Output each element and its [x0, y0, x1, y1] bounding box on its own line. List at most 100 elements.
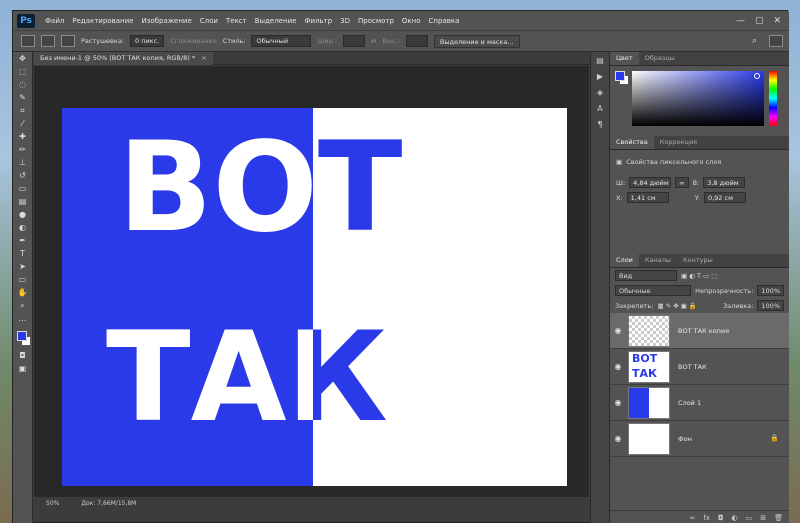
- healing-brush-tool-icon[interactable]: ✚: [13, 130, 32, 143]
- rectangle-tool-icon[interactable]: ▭: [13, 273, 32, 286]
- workspace-icon[interactable]: [769, 35, 783, 47]
- menu-view[interactable]: Просмотр: [354, 17, 398, 25]
- eye-icon[interactable]: ◉: [610, 326, 626, 335]
- foreground-color-swatch[interactable]: [17, 331, 27, 341]
- tab-paths[interactable]: Контуры: [677, 254, 719, 267]
- maximize-button[interactable]: ▢: [755, 16, 764, 26]
- width-input[interactable]: [343, 35, 366, 47]
- path-selection-tool-icon[interactable]: ➤: [13, 260, 32, 273]
- actions-panel-icon[interactable]: ▶: [591, 68, 609, 84]
- pen-tool-icon[interactable]: ✒: [13, 234, 32, 247]
- width-field[interactable]: 4,84 дюйм: [629, 177, 672, 188]
- new-group-icon[interactable]: ▭: [746, 514, 753, 522]
- fx-icon[interactable]: fx: [703, 514, 710, 522]
- layer-row[interactable]: ◉ Фон 🔒: [610, 421, 789, 457]
- blend-mode-select[interactable]: Обычные: [615, 285, 692, 296]
- color-swatches[interactable]: [13, 329, 32, 349]
- artboard[interactable]: ВОТ ТАК ВОТ ТАК: [62, 108, 567, 486]
- y-field[interactable]: 0,92 см: [703, 192, 746, 203]
- menu-3d[interactable]: 3D: [336, 17, 354, 25]
- menu-type[interactable]: Текст: [222, 17, 251, 25]
- height-field[interactable]: 3,8 дюйм: [703, 177, 746, 188]
- link-layers-icon[interactable]: ∞: [690, 514, 696, 522]
- history-brush-tool-icon[interactable]: ↺: [13, 169, 32, 182]
- paragraph-panel-icon[interactable]: ¶: [591, 116, 609, 132]
- marquee-tool-icon[interactable]: ⬚: [13, 65, 32, 78]
- new-layer-icon[interactable]: ⊞: [760, 514, 766, 522]
- layer-name[interactable]: ВОТ ТАК копия: [678, 327, 729, 335]
- new-selection-icon[interactable]: [41, 35, 55, 47]
- dodge-tool-icon[interactable]: ◐: [13, 221, 32, 234]
- marquee-tool-preset-icon[interactable]: [21, 35, 35, 47]
- layer-row[interactable]: ◉ ВОТ ТАК ВОТ ТАК: [610, 349, 789, 385]
- properties-panel-icon[interactable]: ◈: [591, 84, 609, 100]
- antialias-checkbox[interactable]: Сглаживание: [170, 37, 216, 45]
- screen-mode-icon[interactable]: ▣: [13, 362, 32, 375]
- add-selection-icon[interactable]: [61, 35, 75, 47]
- eye-icon[interactable]: ◉: [610, 398, 626, 407]
- search-icon[interactable]: ⌕: [752, 36, 757, 46]
- brush-tool-icon[interactable]: ✏: [13, 143, 32, 156]
- eyedropper-tool-icon[interactable]: ⁄: [13, 117, 32, 130]
- menu-help[interactable]: Справка: [425, 17, 464, 25]
- canvas-area[interactable]: ВОТ ТАК ВОТ ТАК: [34, 66, 589, 496]
- tab-properties[interactable]: Свойства: [610, 136, 654, 149]
- select-and-mask-button[interactable]: Выделение и маска...: [433, 34, 520, 48]
- feather-input[interactable]: 0 пикс.: [130, 35, 165, 47]
- filter-icons[interactable]: ▣ ◐ T ▭ ⬚: [681, 272, 717, 280]
- zoom-tool-icon[interactable]: ⌕: [13, 299, 32, 312]
- hand-tool-icon[interactable]: ✋: [13, 286, 32, 299]
- picker-cursor[interactable]: [754, 73, 760, 79]
- document-tab[interactable]: Без имени-1 @ 50% (ВОТ ТАК копия, RGB/8)…: [34, 52, 213, 65]
- delete-layer-icon[interactable]: 🗑: [774, 514, 783, 522]
- menu-image[interactable]: Изображение: [137, 17, 195, 25]
- history-panel-icon[interactable]: ▤: [591, 52, 609, 68]
- menu-layers[interactable]: Слои: [196, 17, 222, 25]
- menu-filter[interactable]: Фильтр: [300, 17, 336, 25]
- layer-row[interactable]: ◉ Слой 1: [610, 385, 789, 421]
- more-tools-icon[interactable]: …: [13, 312, 32, 325]
- blur-tool-icon[interactable]: ●: [13, 208, 32, 221]
- style-select[interactable]: Обычный: [251, 35, 312, 47]
- layer-name[interactable]: ВОТ ТАК: [678, 363, 707, 371]
- fill-field[interactable]: 100%: [757, 300, 784, 311]
- layer-row[interactable]: ◉ ВОТ ТАК копия: [610, 313, 789, 349]
- panel-foreground-swatch[interactable]: [615, 71, 625, 81]
- hue-slider[interactable]: [769, 71, 777, 126]
- tab-layers[interactable]: Слои: [610, 254, 639, 267]
- menu-edit[interactable]: Редактирование: [68, 17, 137, 25]
- lasso-tool-icon[interactable]: ◌: [13, 78, 32, 91]
- zoom-level[interactable]: 50%: [46, 500, 59, 507]
- height-input[interactable]: [405, 35, 428, 47]
- layer-name[interactable]: Слой 1: [678, 399, 701, 407]
- gradient-tool-icon[interactable]: ▤: [13, 195, 32, 208]
- layer-name[interactable]: Фон: [678, 435, 692, 443]
- type-tool-icon[interactable]: T: [13, 247, 32, 260]
- crop-tool-icon[interactable]: ⌗: [13, 104, 32, 117]
- eraser-tool-icon[interactable]: ▭: [13, 182, 32, 195]
- menu-select[interactable]: Выделение: [251, 17, 301, 25]
- minimize-button[interactable]: —: [736, 16, 745, 26]
- character-panel-icon[interactable]: A: [591, 100, 609, 116]
- tab-color[interactable]: Цвет: [610, 52, 639, 65]
- close-tab-icon[interactable]: ×: [201, 54, 206, 62]
- quick-mask-icon[interactable]: ◘: [13, 349, 32, 362]
- lock-icons[interactable]: ▦ ✎ ✥ ▣ 🔒: [657, 302, 697, 310]
- link-icon[interactable]: ∞: [675, 177, 689, 188]
- eye-icon[interactable]: ◉: [610, 362, 626, 371]
- move-tool-icon[interactable]: ✥: [13, 52, 32, 65]
- menu-window[interactable]: Окно: [398, 17, 425, 25]
- quick-select-tool-icon[interactable]: ✎: [13, 91, 32, 104]
- opacity-field[interactable]: 100%: [757, 285, 784, 296]
- x-field[interactable]: 1,41 см: [626, 192, 669, 203]
- tab-swatches[interactable]: Образцы: [639, 52, 681, 65]
- kind-filter-select[interactable]: Вид: [615, 270, 677, 281]
- swap-icon[interactable]: ⇄: [371, 37, 376, 45]
- close-button[interactable]: ✕: [773, 16, 781, 26]
- adjustment-layer-icon[interactable]: ◐: [732, 514, 738, 522]
- menu-file[interactable]: Файл: [41, 17, 68, 25]
- tab-channels[interactable]: Каналы: [639, 254, 677, 267]
- add-mask-icon[interactable]: ◘: [718, 514, 724, 522]
- tab-adjustments[interactable]: Коррекция: [654, 136, 703, 149]
- clone-stamp-tool-icon[interactable]: ⊥: [13, 156, 32, 169]
